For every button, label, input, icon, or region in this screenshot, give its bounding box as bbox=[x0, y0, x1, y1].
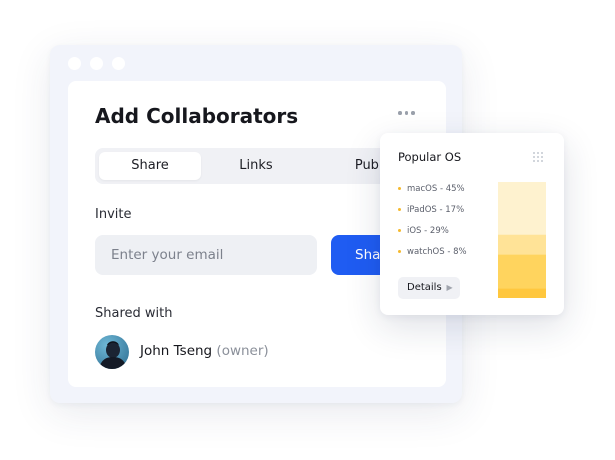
legend-item: iOS - 29% bbox=[398, 225, 467, 246]
legend-label: iPadOS - 17% bbox=[407, 205, 465, 215]
more-options-icon[interactable] bbox=[398, 111, 415, 115]
bar-segment-ios bbox=[498, 254, 546, 290]
legend-bullet-icon bbox=[398, 250, 401, 253]
legend-label: iOS - 29% bbox=[407, 226, 449, 236]
legend-item: watchOS - 8% bbox=[398, 246, 467, 267]
stacked-bar-chart bbox=[498, 182, 546, 298]
invite-label: Invite bbox=[95, 207, 132, 222]
legend-label: watchOS - 8% bbox=[407, 247, 467, 257]
shared-with-label: Shared with bbox=[95, 306, 173, 321]
window-dot[interactable] bbox=[112, 57, 125, 70]
drag-handle-icon[interactable] bbox=[532, 151, 544, 163]
bar-segment-watchos bbox=[498, 288, 546, 298]
chart-title: Popular OS bbox=[398, 150, 462, 164]
email-input[interactable] bbox=[95, 235, 317, 275]
legend-bullet-icon bbox=[398, 187, 401, 190]
chart-legend: macOS - 45% iPadOS - 17% iOS - 29% watchOS … bbox=[398, 183, 467, 267]
window-controls bbox=[68, 57, 125, 70]
tab-links[interactable]: Links bbox=[205, 152, 307, 180]
page-title: Add Collaborators bbox=[95, 104, 299, 128]
legend-bullet-icon bbox=[398, 229, 401, 232]
avatar bbox=[95, 335, 129, 369]
chevron-right-icon: ▶ bbox=[446, 283, 453, 292]
legend-item: iPadOS - 17% bbox=[398, 204, 467, 225]
collaborator-name: John Tseng bbox=[140, 343, 213, 359]
window-dot[interactable] bbox=[90, 57, 103, 70]
bar-segment-ipados bbox=[498, 234, 546, 256]
legend-label: macOS - 45% bbox=[407, 184, 465, 194]
window-dot[interactable] bbox=[68, 57, 81, 70]
popular-os-card: Popular OS macOS - 45% iPadOS - 17% iOS - … bbox=[380, 133, 564, 315]
collaborator-role: (owner) bbox=[216, 343, 269, 359]
collaborator-entry: John Tseng (owner) bbox=[140, 343, 269, 359]
details-label: Details bbox=[407, 282, 442, 293]
bar-segment-macos bbox=[498, 182, 546, 236]
details-button[interactable]: Details ▶ bbox=[398, 277, 460, 299]
legend-item: macOS - 45% bbox=[398, 183, 467, 204]
legend-bullet-icon bbox=[398, 208, 401, 211]
tab-share[interactable]: Share bbox=[99, 152, 201, 180]
